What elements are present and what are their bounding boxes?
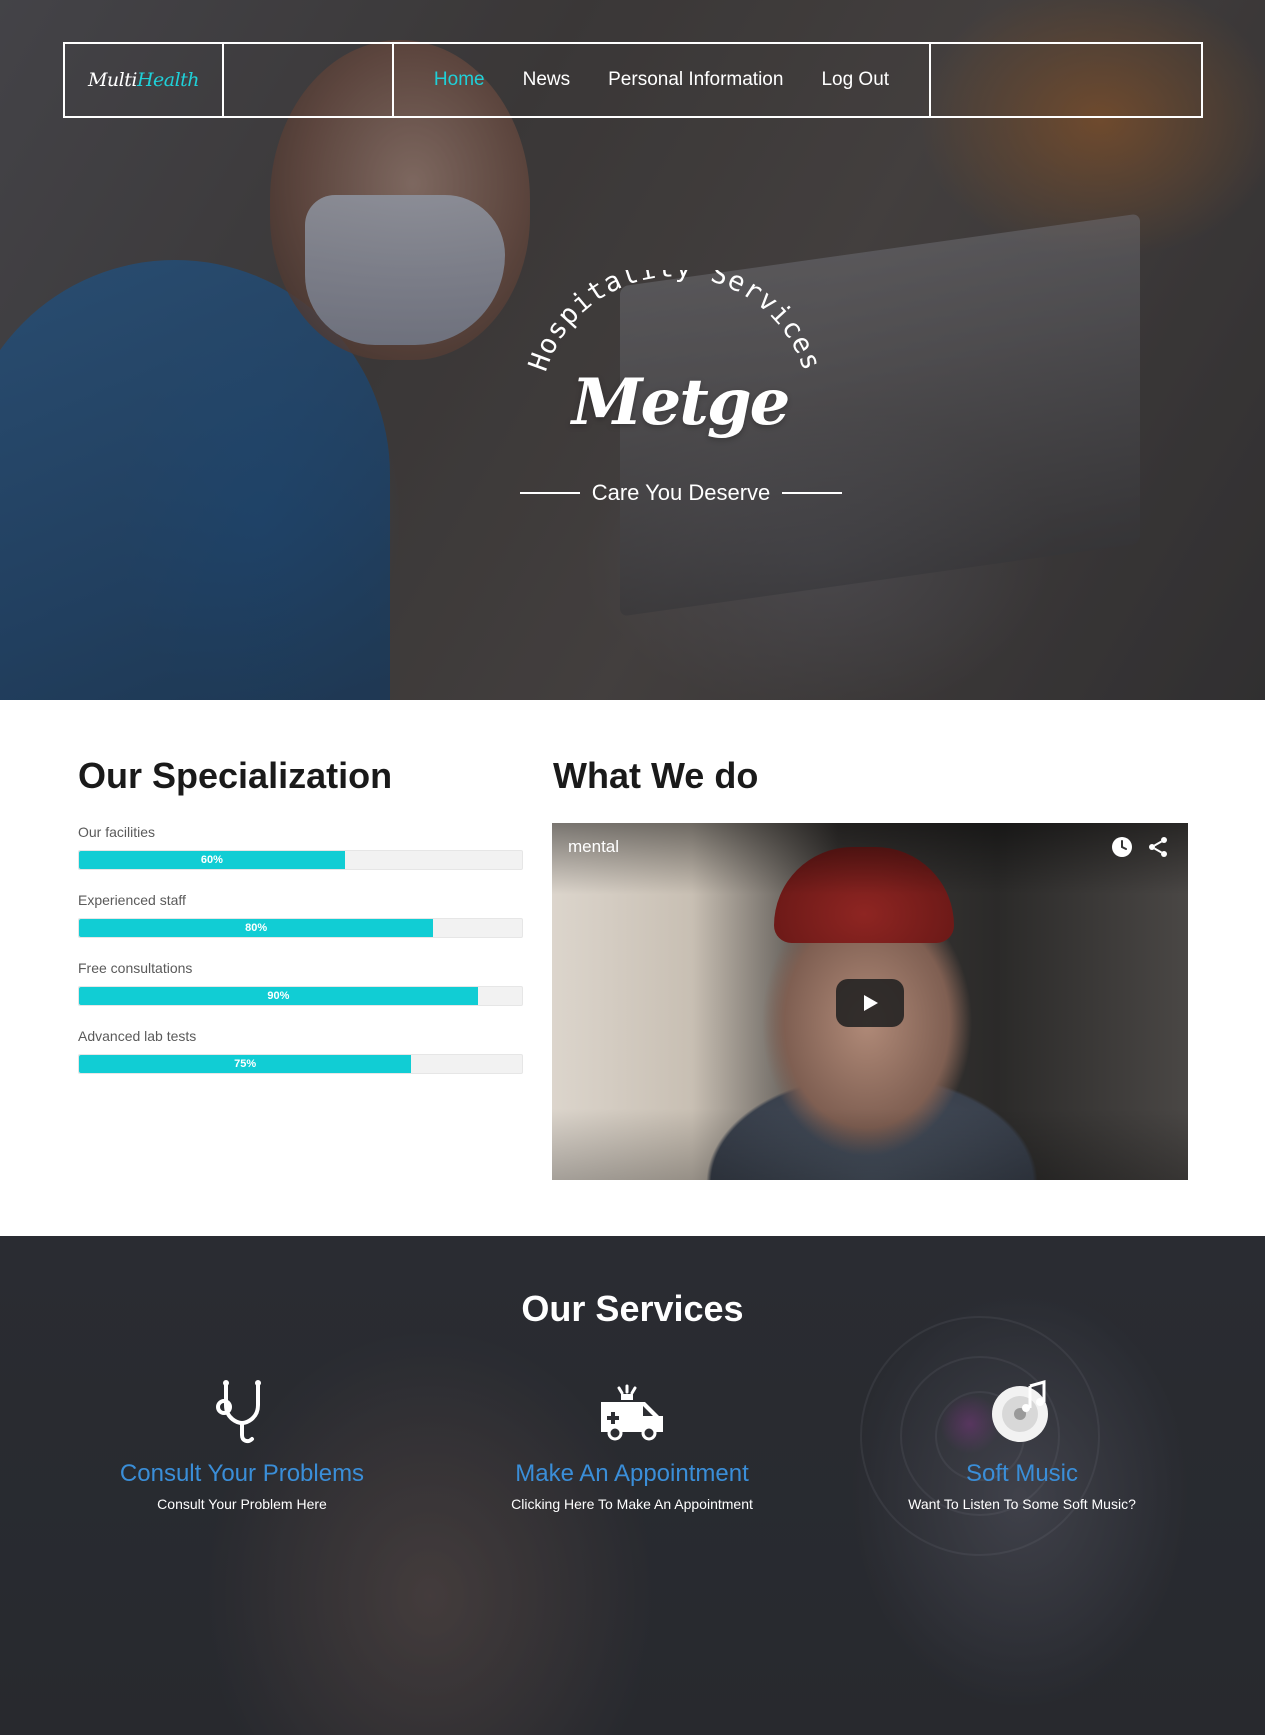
skill-label: Our facilities xyxy=(78,824,156,840)
nav-link-personal-information[interactable]: Personal Information xyxy=(608,69,783,91)
progress-bar: 80% xyxy=(78,918,523,938)
nav-link-news[interactable]: News xyxy=(523,69,571,91)
nav-link-home[interactable]: Home xyxy=(434,69,485,91)
progress-value: 75% xyxy=(234,1058,257,1070)
service-title[interactable]: Make An Appointment xyxy=(452,1460,812,1488)
subtitle-divider-right xyxy=(782,492,842,494)
hero-title: Metge xyxy=(571,365,791,440)
service-soft-music[interactable]: Soft Music Want To Listen To Some Soft M… xyxy=(842,1376,1202,1512)
progress-fill: 90% xyxy=(79,987,478,1005)
watch-later-icon[interactable] xyxy=(1110,835,1134,859)
service-description: Want To Listen To Some Soft Music? xyxy=(908,1496,1136,1512)
specialization-title: Our Specialization xyxy=(78,755,393,796)
nav-links: Home News Personal Information Log Out xyxy=(394,44,931,116)
services-title: Our Services xyxy=(521,1288,744,1329)
service-icon-wrap xyxy=(842,1376,1202,1448)
service-consult[interactable]: Consult Your Problems Consult Your Probl… xyxy=(62,1376,422,1512)
svg-text:Hospitality Services: Hospitality Services xyxy=(523,270,827,375)
skill-item: Our facilities 60% xyxy=(78,824,523,870)
site-logo[interactable]: MultiHealth xyxy=(87,69,200,91)
hero-banner: MultiHealth Home News Personal Informati… xyxy=(0,0,1265,700)
progress-fill: 80% xyxy=(79,919,434,937)
progress-fill: 75% xyxy=(79,1055,412,1073)
play-button[interactable] xyxy=(836,979,904,1027)
skill-item: Free consultations 90% xyxy=(78,960,523,1006)
progress-bar: 75% xyxy=(78,1054,523,1074)
service-appointment[interactable]: Make An Appointment Clicking Here To Mak… xyxy=(452,1376,812,1512)
progress-fill: 60% xyxy=(79,851,345,869)
video-player[interactable]: mental xyxy=(552,823,1188,1180)
skills-list: Our facilities 60% Experienced staff 80%… xyxy=(78,824,523,1096)
skill-label: Advanced lab tests xyxy=(78,1028,197,1044)
nav-link-log-out[interactable]: Log Out xyxy=(821,69,889,91)
progress-value: 90% xyxy=(267,990,290,1002)
hero-subtitle: Care You Deserve xyxy=(591,480,771,505)
progress-bar: 60% xyxy=(78,850,523,870)
progress-value: 80% xyxy=(245,922,268,934)
service-description: Clicking Here To Make An Appointment xyxy=(511,1496,753,1512)
nav-spacer xyxy=(224,44,394,116)
video-title[interactable]: mental xyxy=(568,837,619,857)
hero-subtitle-row: Care You Deserve xyxy=(520,480,842,506)
ambulance-icon xyxy=(601,1384,663,1441)
skill-label: Experienced staff xyxy=(78,892,186,908)
service-icon-wrap xyxy=(452,1376,812,1448)
service-description: Consult Your Problem Here xyxy=(157,1496,327,1512)
progress-bar: 90% xyxy=(78,986,523,1006)
stethoscope-icon xyxy=(216,1380,261,1444)
logo-text-first: Multi xyxy=(87,69,137,91)
logo-text-second: Health xyxy=(136,69,200,91)
hero-arc-label: Hospitality Services xyxy=(523,270,826,375)
music-disc-icon xyxy=(992,1380,1048,1442)
play-icon xyxy=(864,995,878,1011)
logo-cell: MultiHealth xyxy=(65,44,224,116)
service-title[interactable]: Soft Music xyxy=(842,1460,1202,1488)
top-navigation: MultiHealth Home News Personal Informati… xyxy=(63,42,1203,118)
service-icon-wrap xyxy=(62,1376,422,1448)
skill-item: Advanced lab tests 75% xyxy=(78,1028,523,1074)
subtitle-divider-left xyxy=(520,492,580,494)
service-title[interactable]: Consult Your Problems xyxy=(62,1460,422,1488)
skill-label: Free consultations xyxy=(78,960,193,976)
progress-value: 60% xyxy=(200,854,223,866)
skill-item: Experienced staff 80% xyxy=(78,892,523,938)
nav-tail xyxy=(931,44,1201,116)
services-section: Our Services Consult Your Problems Consu… xyxy=(0,1236,1265,1735)
what-we-do-title: What We do xyxy=(553,755,759,796)
share-icon[interactable] xyxy=(1146,835,1170,859)
